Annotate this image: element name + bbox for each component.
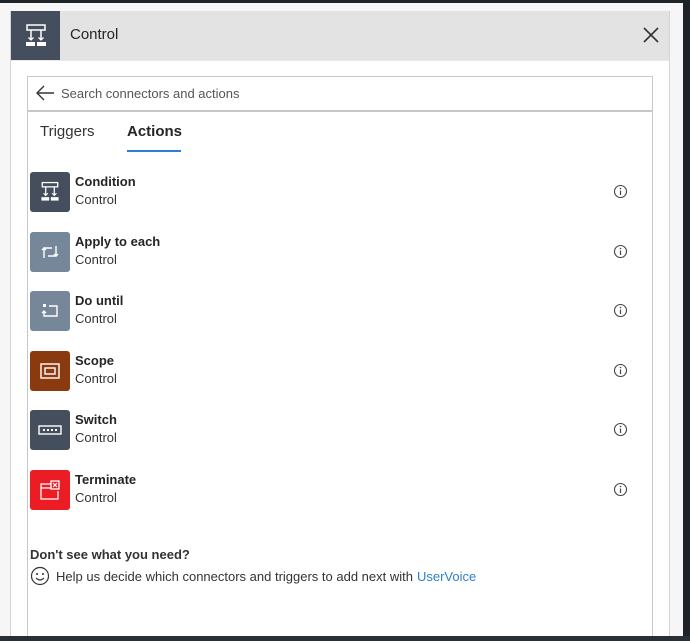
info-icon[interactable]: [613, 303, 628, 318]
back-arrow-icon[interactable]: [35, 84, 55, 102]
action-connector: Control: [75, 370, 117, 386]
scope-icon: [30, 350, 70, 391]
footer-help-text: Help us decide which connectors and trig…: [56, 568, 413, 584]
info-icon[interactable]: [613, 244, 628, 259]
tab-triggers[interactable]: Triggers: [40, 123, 94, 140]
search-box: [27, 76, 653, 112]
close-icon[interactable]: [641, 25, 661, 45]
info-icon[interactable]: [613, 482, 628, 497]
action-name: Do until: [75, 293, 124, 309]
action-name: Terminate: [75, 471, 137, 487]
window-bottom-edge: [0, 636, 690, 641]
action-connector: Control: [75, 430, 117, 446]
actions-list: Condition Control Apply to each Control: [30, 172, 640, 530]
condition-icon: [30, 172, 70, 212]
active-tab-indicator: [127, 150, 181, 152]
info-icon[interactable]: [613, 363, 628, 378]
panel-title: Control: [70, 26, 119, 43]
tab-actions[interactable]: Actions: [127, 123, 182, 140]
footer-question: Don't see what you need?: [30, 547, 190, 562]
action-item-switch[interactable]: Switch Control: [30, 410, 640, 470]
smiley-icon: [30, 566, 50, 586]
info-icon[interactable]: [613, 184, 628, 199]
do-until-icon: [30, 291, 70, 332]
footer-help: Help us decide which connectors and trig…: [30, 565, 476, 587]
action-name: Scope: [75, 352, 115, 368]
terminate-icon: [30, 469, 70, 510]
switch-icon: [30, 410, 70, 451]
action-item-do-until[interactable]: Do until Control: [30, 291, 640, 351]
action-item-condition[interactable]: Condition Control: [30, 172, 640, 232]
action-name: Apply to each: [75, 233, 161, 249]
action-item-terminate[interactable]: Terminate Control: [30, 469, 640, 530]
loop-icon: [30, 231, 70, 272]
action-connector: Control: [75, 192, 117, 207]
condition-icon: [11, 11, 60, 60]
window-right-edge: [683, 3, 690, 641]
action-name: Switch: [75, 412, 117, 428]
action-name: Condition: [75, 174, 136, 189]
action-connector: Control: [75, 251, 117, 267]
search-input[interactable]: [61, 81, 621, 105]
action-item-apply-to-each[interactable]: Apply to each Control: [30, 231, 640, 292]
info-icon[interactable]: [613, 422, 628, 437]
action-item-scope[interactable]: Scope Control: [30, 350, 640, 411]
action-connector: Control: [75, 311, 117, 327]
uservoice-link[interactable]: UserVoice: [417, 569, 476, 584]
action-connector: Control: [75, 489, 117, 505]
panel-header: Control: [11, 11, 669, 61]
